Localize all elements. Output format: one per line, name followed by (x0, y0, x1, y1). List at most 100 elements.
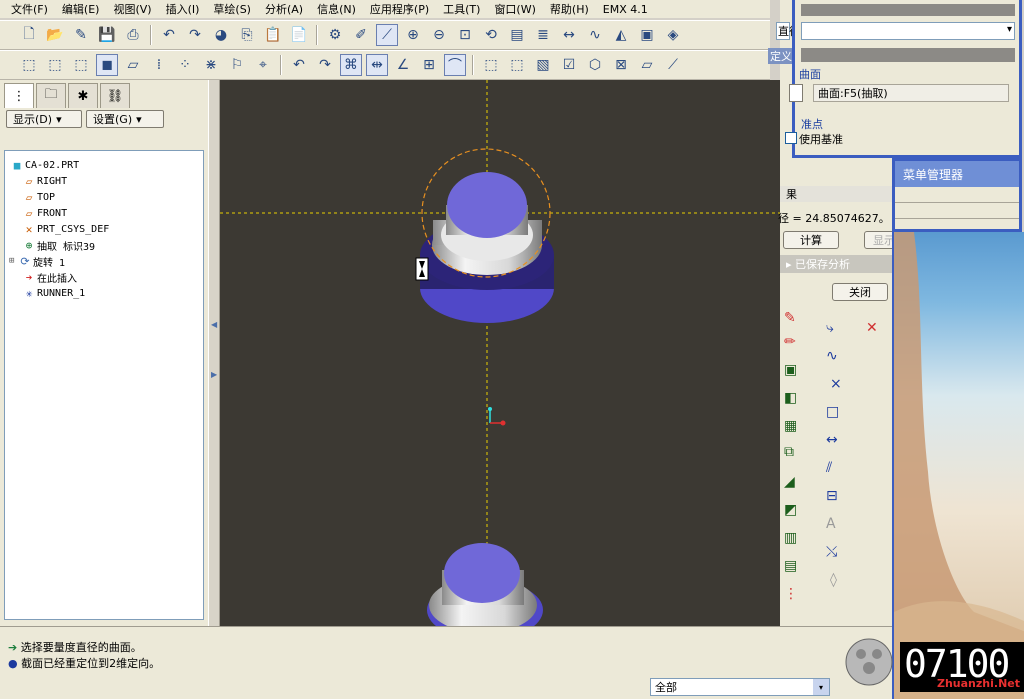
lower-cylinder[interactable] (427, 543, 543, 626)
save-icon[interactable]: 💾 (96, 24, 118, 46)
menu-edit[interactable]: 编辑(E) (55, 1, 107, 17)
rib-icon[interactable]: ▥ (784, 530, 797, 546)
blend-icon[interactable]: ⧉ (784, 444, 794, 460)
curve-analysis-icon[interactable]: ⌒ (444, 54, 466, 76)
collapse-left-icon[interactable]: ◀ (211, 320, 217, 329)
square-icon[interactable]: □ (826, 404, 839, 420)
dim-icon[interactable]: ↔ (826, 432, 838, 448)
redo-icon[interactable]: ↷ (184, 24, 206, 46)
paste-icon[interactable]: 📋 (262, 24, 284, 46)
menu-sketch[interactable]: 草绘(S) (206, 1, 258, 17)
sel-dotted-icon[interactable]: ⬚ (506, 54, 528, 76)
spin-icon[interactable]: ⌖ (252, 54, 274, 76)
axis-cross-icon[interactable]: ✕ (866, 320, 878, 336)
sel-hatch-icon[interactable]: ▧ (532, 54, 554, 76)
datum-tool-icon[interactable]: ✎ (784, 310, 796, 326)
offset-icon[interactable]: ⫽ (826, 460, 832, 476)
menu-insert[interactable]: 插入(I) (159, 1, 207, 17)
extrude-icon[interactable]: ▣ (784, 362, 797, 378)
tree-item-top[interactable]: ▱ TOP (9, 189, 199, 205)
menu-analysis[interactable]: 分析(A) (258, 1, 310, 17)
revolve-feature-icon[interactable]: ◧ (784, 390, 797, 406)
tab-model-tree[interactable]: ⋮ (4, 83, 34, 108)
shell-icon[interactable]: ◩ (784, 502, 797, 518)
menu-info[interactable]: 信息(N) (310, 1, 363, 17)
expand-icon[interactable]: ⊞ (9, 256, 17, 266)
shading-icon[interactable]: ◼ (96, 54, 118, 76)
menu-manager-item[interactable] (895, 187, 1019, 203)
tab-connections[interactable]: ⛓ (100, 83, 130, 108)
draft-icon[interactable]: ▤ (784, 558, 797, 574)
zoom-out-icon[interactable]: ⊖ (428, 24, 450, 46)
point-icon[interactable]: × (830, 376, 842, 392)
curve-icon[interactable]: ⤷ (826, 320, 834, 336)
expand-right-icon[interactable]: ▶ (211, 370, 217, 379)
use-datum-checkbox[interactable] (785, 132, 797, 144)
edit-definition-icon[interactable]: ✐ (350, 24, 372, 46)
tree-item-part[interactable]: ■ CA-02.PRT (9, 157, 199, 173)
tree-item-extract[interactable]: ⊕ 抽取 标识39 (9, 237, 199, 253)
mold-icon[interactable]: ⬡ (584, 54, 606, 76)
close-box-icon[interactable]: ⊠ (610, 54, 632, 76)
hidden-line-icon[interactable]: ⬚ (44, 54, 66, 76)
select-icon[interactable]: ⟋ (376, 24, 398, 46)
datum-planes-icon[interactable]: ▱ (122, 54, 144, 76)
surface-select-button[interactable] (789, 84, 803, 102)
new-icon[interactable]: 🗋 (18, 24, 40, 46)
grid-icon[interactable]: ⊞ (418, 54, 440, 76)
graph-icon[interactable]: ∿ (584, 24, 606, 46)
pencil-icon[interactable]: ✏ (784, 334, 796, 350)
no-hidden-icon[interactable]: ⬚ (70, 54, 92, 76)
menu-window[interactable]: 窗口(W) (487, 1, 542, 17)
regenerate-icon[interactable]: ⚙ (324, 24, 346, 46)
tree-item-insert-here[interactable]: ➔ 在此插入 (9, 269, 199, 285)
sine-curve-icon[interactable]: ∿ (826, 348, 838, 364)
color-wheel-icon[interactable]: ◕ (210, 24, 232, 46)
spin-center-icon[interactable]: ◈ (662, 24, 684, 46)
undo-icon[interactable]: ↶ (158, 24, 180, 46)
redo2-icon[interactable]: ↷ (314, 54, 336, 76)
panel-splitter[interactable]: ◀ ▶ (208, 80, 220, 626)
compute-button[interactable]: 计算 (783, 231, 839, 249)
measure-icon[interactable]: ⌘ (340, 54, 362, 76)
axis-tool-icon[interactable]: ⟋ (662, 54, 684, 76)
tab-folder[interactable]: 🗀 (36, 83, 66, 108)
tree-item-right[interactable]: ▱ RIGHT (9, 173, 199, 189)
selection-filter[interactable]: 全部 ▾ (650, 678, 830, 696)
display-dropdown[interactable]: 显示(D) ▾ (6, 110, 82, 128)
menu-view[interactable]: 视图(V) (106, 1, 158, 17)
hole-icon[interactable]: ◢ (784, 474, 795, 490)
type-dropdown[interactable]: ▾ (801, 22, 1015, 40)
tree-item-front[interactable]: ▱ FRONT (9, 205, 199, 221)
sel-box-icon[interactable]: ⬚ (480, 54, 502, 76)
menu-manager-item[interactable] (895, 203, 1019, 219)
menu-emx[interactable]: EMX 4.1 (596, 3, 655, 16)
tree-item-revolve[interactable]: ⊞ ⟳ 旋转 1 (9, 253, 199, 269)
wireframe-icon[interactable]: ⬚ (18, 54, 40, 76)
appearance-icon[interactable]: ◭ (610, 24, 632, 46)
divide-icon[interactable]: ⤯ (826, 544, 837, 560)
tree-item-csys[interactable]: ✕ PRT_CSYS_DEF (9, 221, 199, 237)
layers-icon[interactable]: ≣ (532, 24, 554, 46)
plane-tool-icon[interactable]: ▱ (636, 54, 658, 76)
csys-display-icon[interactable]: ⋇ (200, 54, 222, 76)
surface-field[interactable]: 曲面:F5(抽取) (813, 84, 1009, 102)
close-button[interactable]: 关闭 (832, 283, 888, 301)
pen-icon[interactable]: ✎ (70, 24, 92, 46)
copy-icon[interactable]: ⎘ (236, 24, 258, 46)
menu-tools[interactable]: 工具(T) (436, 1, 487, 17)
distance-icon[interactable]: ⇹ (366, 54, 388, 76)
paste-special-icon[interactable]: 📄 (288, 24, 310, 46)
zoom-fit-icon[interactable]: ⊡ (454, 24, 476, 46)
tree-item-runner[interactable]: ✳ RUNNER_1 (9, 285, 199, 301)
menu-applications[interactable]: 应用程序(P) (363, 1, 436, 17)
round-icon[interactable]: ⋮ (784, 586, 798, 602)
menu-help[interactable]: 帮助(H) (543, 1, 596, 17)
graphics-viewport[interactable] (220, 80, 780, 626)
sel-check-icon[interactable]: ☑ (558, 54, 580, 76)
open-icon[interactable]: 📂 (44, 24, 66, 46)
angle-icon[interactable]: ∠ (392, 54, 414, 76)
tab-favorites[interactable]: ✱ (68, 83, 98, 108)
reorient-icon[interactable]: ⟲ (480, 24, 502, 46)
datum-axes-icon[interactable]: ⁞ (148, 54, 170, 76)
